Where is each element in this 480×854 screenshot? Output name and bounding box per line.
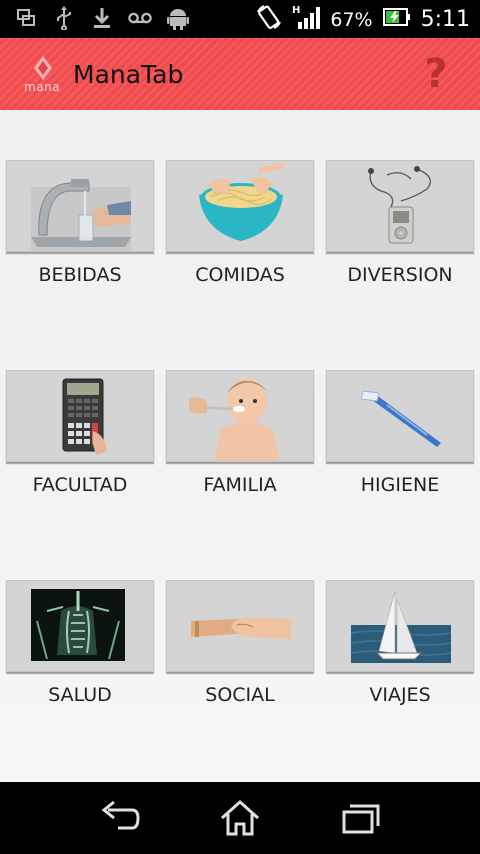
app-title: ManaTab: [73, 60, 184, 89]
category-tile[interactable]: [326, 370, 474, 462]
category-facultad[interactable]: FACULTAD: [6, 370, 156, 510]
category-tile[interactable]: [326, 160, 474, 252]
spaghetti-bowl-image: [199, 162, 284, 241]
category-comidas[interactable]: COMIDAS: [166, 160, 316, 300]
category-label: FACULTAD: [32, 474, 128, 496]
category-tile[interactable]: [166, 580, 314, 672]
battery-charging-icon: [382, 6, 411, 33]
category-label: DIVERSION: [347, 264, 453, 286]
category-grid: BEBIDAS COMIDAS DIVERSION FACULTAD FAMIL…: [0, 110, 480, 782]
ipod-image: [368, 166, 431, 244]
usb-icon: [52, 6, 76, 30]
logo-text: mana: [24, 80, 61, 94]
category-label: HIGIENE: [360, 474, 440, 496]
category-label: VIAJES: [369, 684, 431, 706]
xray-image: [31, 589, 125, 661]
sailboat-image: [350, 590, 452, 663]
android-icon: [166, 6, 190, 30]
category-tile[interactable]: [6, 580, 154, 672]
category-label: SOCIAL: [205, 684, 275, 706]
download-icon: [90, 6, 114, 30]
help-button[interactable]: ?: [420, 50, 452, 98]
category-tile[interactable]: [166, 160, 314, 252]
category-label: SALUD: [48, 684, 112, 706]
category-tile[interactable]: [6, 160, 154, 252]
back-icon[interactable]: [96, 796, 144, 840]
svg-text:H: H: [292, 5, 300, 16]
voicemail-icon: [128, 6, 152, 30]
navigation-bar: [0, 782, 480, 854]
clock: 5:11: [420, 7, 470, 32]
status-bar: H 67% 5:11: [0, 0, 480, 38]
handshake-image: [191, 617, 291, 639]
category-social[interactable]: SOCIAL: [166, 580, 316, 720]
category-viajes[interactable]: VIAJES: [326, 580, 476, 720]
battery-percent: 67%: [330, 8, 373, 31]
screen-mirror-icon: [14, 6, 38, 30]
calculator-image: [62, 378, 107, 455]
home-icon[interactable]: [216, 796, 264, 840]
action-bar: mana ManaTab ?: [0, 38, 480, 110]
category-label: COMIDAS: [195, 264, 285, 286]
screen-rotate-icon: [256, 4, 282, 35]
recent-apps-icon[interactable]: [338, 796, 386, 840]
faucet-glass-image: [31, 179, 131, 251]
category-bebidas[interactable]: BEBIDAS: [6, 160, 156, 300]
category-label: FAMILIA: [203, 474, 277, 496]
baby-feeding-image: [189, 379, 279, 461]
category-tile[interactable]: [166, 370, 314, 462]
category-diversion[interactable]: DIVERSION: [326, 160, 476, 300]
category-higiene[interactable]: HIGIENE: [326, 370, 476, 510]
toothbrush-image: [360, 390, 441, 447]
category-label: BEBIDAS: [38, 264, 122, 286]
category-tile[interactable]: [326, 580, 474, 672]
category-familia[interactable]: FAMILIA: [166, 370, 316, 510]
category-tile[interactable]: [6, 370, 154, 462]
signal-h-icon: H: [292, 4, 321, 35]
category-salud[interactable]: SALUD: [6, 580, 156, 720]
